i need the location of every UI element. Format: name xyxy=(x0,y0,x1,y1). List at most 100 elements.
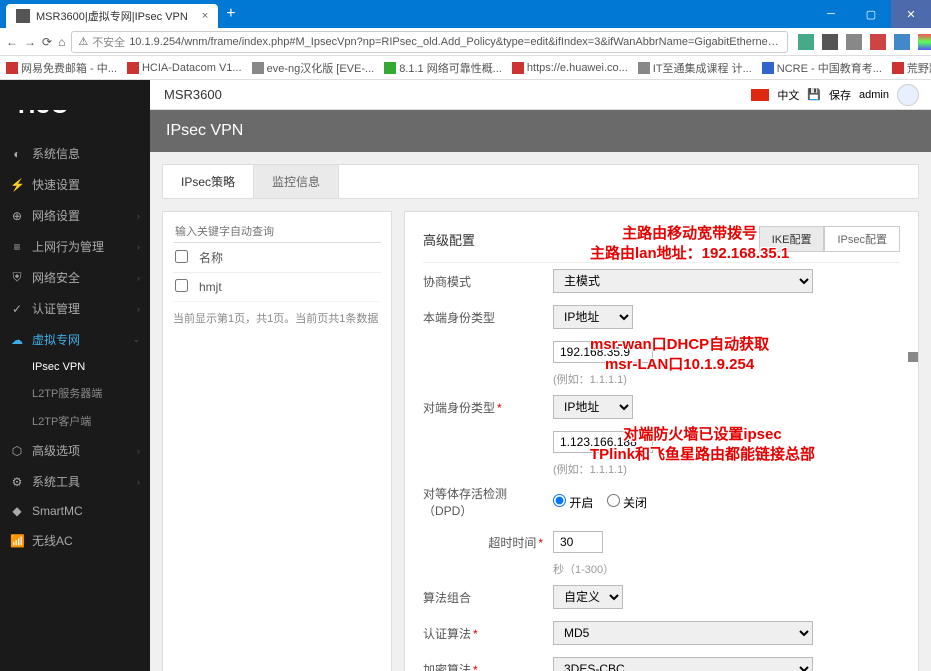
ext-icon-4[interactable] xyxy=(870,34,886,50)
sidebar-item-security[interactable]: ⛨网络安全› xyxy=(0,262,150,293)
new-tab-button[interactable]: + xyxy=(226,5,235,23)
bookmark-item[interactable]: 网易免费邮箱 - 中... xyxy=(6,60,117,76)
list-row[interactable]: hmjt xyxy=(173,273,381,302)
subtab-ike[interactable]: IKE配置 xyxy=(759,226,825,252)
select-mode[interactable]: 主模式 xyxy=(553,269,813,293)
tab-close-icon[interactable]: × xyxy=(202,10,208,22)
forward-button[interactable]: → xyxy=(24,32,36,52)
gear-icon: ⚙ xyxy=(10,475,24,489)
save-icon[interactable]: 💾 xyxy=(807,88,821,101)
shield-icon: ⛨ xyxy=(10,270,24,285)
subtab-ipsec[interactable]: IPsec配置 xyxy=(824,226,900,252)
bookmark-item[interactable]: eve-ng汉化版 [EVE-... xyxy=(252,60,375,76)
sidebar-item-behavior[interactable]: ≡上网行为管理› xyxy=(0,231,150,262)
row-name: hmjt xyxy=(199,280,222,294)
browser-tab-bar: MSR3600|虚拟专网|IPsec VPN × + ─ ▢ ✕ xyxy=(0,0,931,28)
ext-icon-3[interactable] xyxy=(846,34,862,50)
label-timeout: 超时时间* xyxy=(423,534,553,551)
select-auth[interactable]: MD5 xyxy=(553,621,813,645)
page-icon xyxy=(16,9,30,23)
app-header: MSR3600 中文 💾 保存 admin xyxy=(0,80,931,110)
search-input[interactable] xyxy=(173,222,381,243)
sidebar-item-advanced[interactable]: ⬡高级选项› xyxy=(0,435,150,466)
input-peer-id[interactable] xyxy=(553,431,653,453)
ext-icon-5[interactable] xyxy=(894,34,910,50)
bookmark-item[interactable]: NCRE - 中国教育考... xyxy=(762,60,882,76)
save-label[interactable]: 保存 xyxy=(829,87,851,103)
user-label[interactable]: admin xyxy=(859,89,889,101)
tab-monitor[interactable]: 监控信息 xyxy=(254,165,339,198)
home-button[interactable]: ⌂ xyxy=(58,32,65,52)
refresh-button[interactable]: ⟳ xyxy=(42,32,52,52)
bookmark-item[interactable]: 荒野路由Pro 2 xyxy=(892,60,931,76)
radio-dpd-off[interactable]: 关闭 xyxy=(607,496,647,510)
sidebar-item-quicksetup[interactable]: ⚡快速设置 xyxy=(0,169,150,200)
scroll-indicator xyxy=(908,352,918,362)
wifi-icon: 📶 xyxy=(10,534,24,548)
sidebar-item-smartmc[interactable]: ◆SmartMC xyxy=(0,497,150,525)
ext-icon-2[interactable] xyxy=(822,34,838,50)
hint-local-id: (例如：1.1.1.1) xyxy=(423,369,900,389)
select-local-id-type[interactable]: IP地址 xyxy=(553,305,633,329)
security-warn-text: 不安全 xyxy=(92,34,125,50)
url-input[interactable]: ⚠ 不安全 10.1.9.254/wnm/frame/index.php#M_I… xyxy=(71,31,787,53)
minimize-button[interactable]: ─ xyxy=(811,0,851,28)
label-algo: 算法组合 xyxy=(423,589,553,606)
input-local-id[interactable] xyxy=(553,341,653,363)
chevron-right-icon: › xyxy=(137,446,140,456)
device-name: MSR3600 xyxy=(150,87,236,102)
chevron-right-icon: › xyxy=(137,477,140,487)
ext-icon-1[interactable] xyxy=(798,34,814,50)
ext-icon-6[interactable] xyxy=(918,34,931,50)
select-all-checkbox[interactable] xyxy=(175,250,188,263)
sidebar-item-auth[interactable]: ✓认证管理› xyxy=(0,293,150,324)
sidebar-item-network[interactable]: ⊕网络设置› xyxy=(0,200,150,231)
back-button[interactable]: ← xyxy=(6,32,18,52)
cloud-icon: ☁ xyxy=(10,333,24,347)
input-timeout[interactable] xyxy=(553,531,603,553)
chevron-right-icon: › xyxy=(137,304,140,314)
security-warn-icon: ⚠ xyxy=(78,35,88,48)
label-enc: 加密算法* xyxy=(423,661,553,671)
hint-peer-id: (例如：1.1.1.1) xyxy=(423,459,900,479)
sidebar-sub-l2tp-client[interactable]: L2TP客户端 xyxy=(0,407,150,435)
config-panel: 高级配置 IKE配置 IPsec配置 协商模式 主模式 本端身份类型 IP地址 xyxy=(404,211,919,671)
avatar[interactable] xyxy=(897,84,919,106)
label-peer-id-type: 对端身份类型* xyxy=(423,399,553,416)
sidebar-sub-l2tp-server[interactable]: L2TP服务器端 xyxy=(0,379,150,407)
chevron-right-icon: › xyxy=(137,273,140,283)
sidebar: H3C ◐系统信息 ⚡快速设置 ⊕网络设置› ≡上网行为管理› ⛨网络安全› ✓… xyxy=(0,110,150,671)
dashboard-icon: ◐ xyxy=(10,147,24,161)
sidebar-item-tools[interactable]: ⚙系统工具› xyxy=(0,466,150,497)
bookmark-item[interactable]: 8.1.1 网络可靠性概... xyxy=(384,60,502,76)
content-area: IPsec VPN IPsec策略 监控信息 名称 hmjt 当前显示第1页，共… xyxy=(150,110,931,671)
hex-icon: ⬡ xyxy=(10,444,24,458)
sidebar-item-vpn[interactable]: ☁虚拟专网⌄ xyxy=(0,324,150,355)
sidebar-item-sysinfo[interactable]: ◐系统信息 xyxy=(0,138,150,169)
close-button[interactable]: ✕ xyxy=(891,0,931,28)
label-mode: 协商模式 xyxy=(423,273,553,290)
policy-list-panel: 名称 hmjt 当前显示第1页，共1页。当前页共1条数据 xyxy=(162,211,392,671)
bookmark-item[interactable]: https://e.huawei.co... xyxy=(512,62,628,74)
sidebar-sub-ipsec[interactable]: IPsec VPN xyxy=(0,355,150,379)
page-tabs: IPsec策略 监控信息 xyxy=(162,164,919,199)
list-icon: ≡ xyxy=(10,240,24,254)
extension-icons xyxy=(794,34,931,50)
label-local-id-type: 本端身份类型 xyxy=(423,309,553,326)
row-checkbox[interactable] xyxy=(175,279,188,292)
section-title: 高级配置 IKE配置 IPsec配置 xyxy=(423,226,900,263)
maximize-button[interactable]: ▢ xyxy=(851,0,891,28)
label-dpd: 对等体存活检测（DPD） xyxy=(423,485,553,519)
browser-tab[interactable]: MSR3600|虚拟专网|IPsec VPN × xyxy=(6,4,218,28)
bookmarks-bar: 网易免费邮箱 - 中... HCIA-Datacom V1... eve-ng汉… xyxy=(0,56,931,80)
bookmark-item[interactable]: HCIA-Datacom V1... xyxy=(127,62,242,74)
select-peer-id-type[interactable]: IP地址 xyxy=(553,395,633,419)
language-label[interactable]: 中文 xyxy=(777,87,799,103)
select-algo[interactable]: 自定义 xyxy=(553,585,623,609)
label-auth: 认证算法* xyxy=(423,625,553,642)
radio-dpd-on[interactable]: 开启 xyxy=(553,496,593,510)
sidebar-item-wireless[interactable]: 📶无线AC xyxy=(0,525,150,556)
bookmark-item[interactable]: IT至通集成课程 计... xyxy=(638,60,752,76)
tab-ipsec-policy[interactable]: IPsec策略 xyxy=(163,165,254,198)
select-enc[interactable]: 3DES-CBC xyxy=(553,657,813,671)
